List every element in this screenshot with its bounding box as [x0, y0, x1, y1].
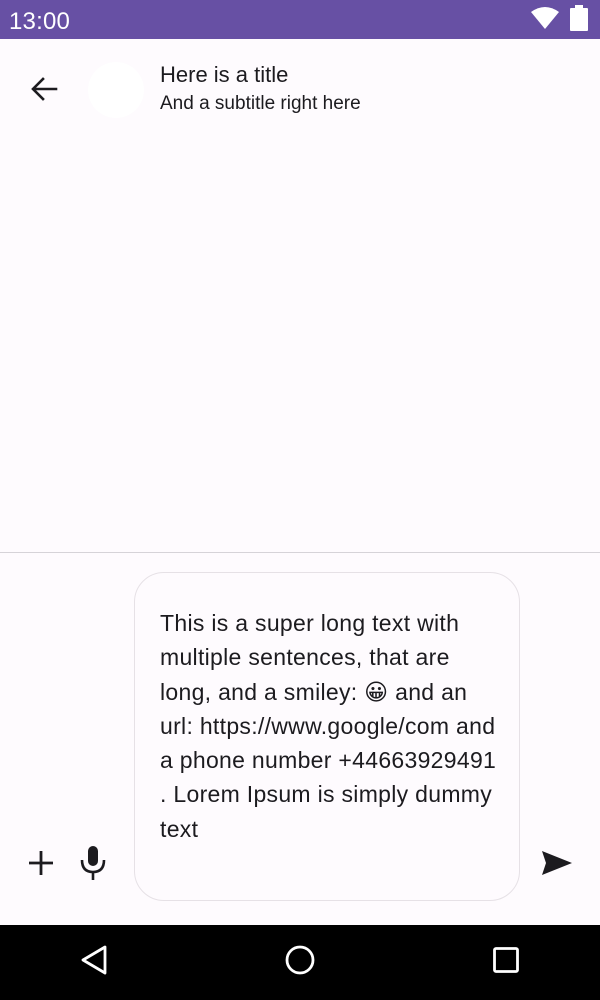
back-triangle-icon: [79, 944, 109, 981]
nav-back-button[interactable]: [69, 937, 119, 987]
status-bar: 13:00: [0, 0, 600, 39]
arrow-back-icon: [30, 75, 58, 108]
page-subtitle: And a subtitle right here: [160, 93, 361, 114]
app-bar: Here is a title And a subtitle right her…: [0, 39, 600, 141]
back-button[interactable]: [20, 67, 68, 115]
wifi-icon: [530, 6, 560, 35]
message-input[interactable]: This is a super long text with multiple …: [134, 572, 520, 901]
status-icons: [530, 4, 588, 36]
avatar: [88, 62, 144, 118]
status-time: 13:00: [9, 8, 71, 35]
message-input-text[interactable]: This is a super long text with multiple …: [160, 606, 505, 846]
add-attachment-button[interactable]: [19, 843, 63, 887]
home-circle-icon: [284, 944, 316, 981]
record-audio-button[interactable]: [71, 843, 115, 887]
nav-home-button[interactable]: [275, 937, 325, 987]
system-nav-bar: [0, 925, 600, 1000]
title-block: Here is a title And a subtitle right her…: [160, 61, 361, 117]
send-icon: [541, 850, 573, 881]
page-title: Here is a title: [160, 62, 289, 87]
recents-square-icon: [492, 946, 520, 979]
nav-recents-button[interactable]: [481, 937, 531, 987]
microphone-icon: [79, 845, 107, 886]
battery-icon: [570, 4, 588, 36]
message-composer: This is a super long text with multiple …: [0, 553, 600, 925]
plus-icon: [26, 848, 56, 883]
send-button[interactable]: [535, 843, 579, 887]
messages-list: [0, 141, 600, 552]
